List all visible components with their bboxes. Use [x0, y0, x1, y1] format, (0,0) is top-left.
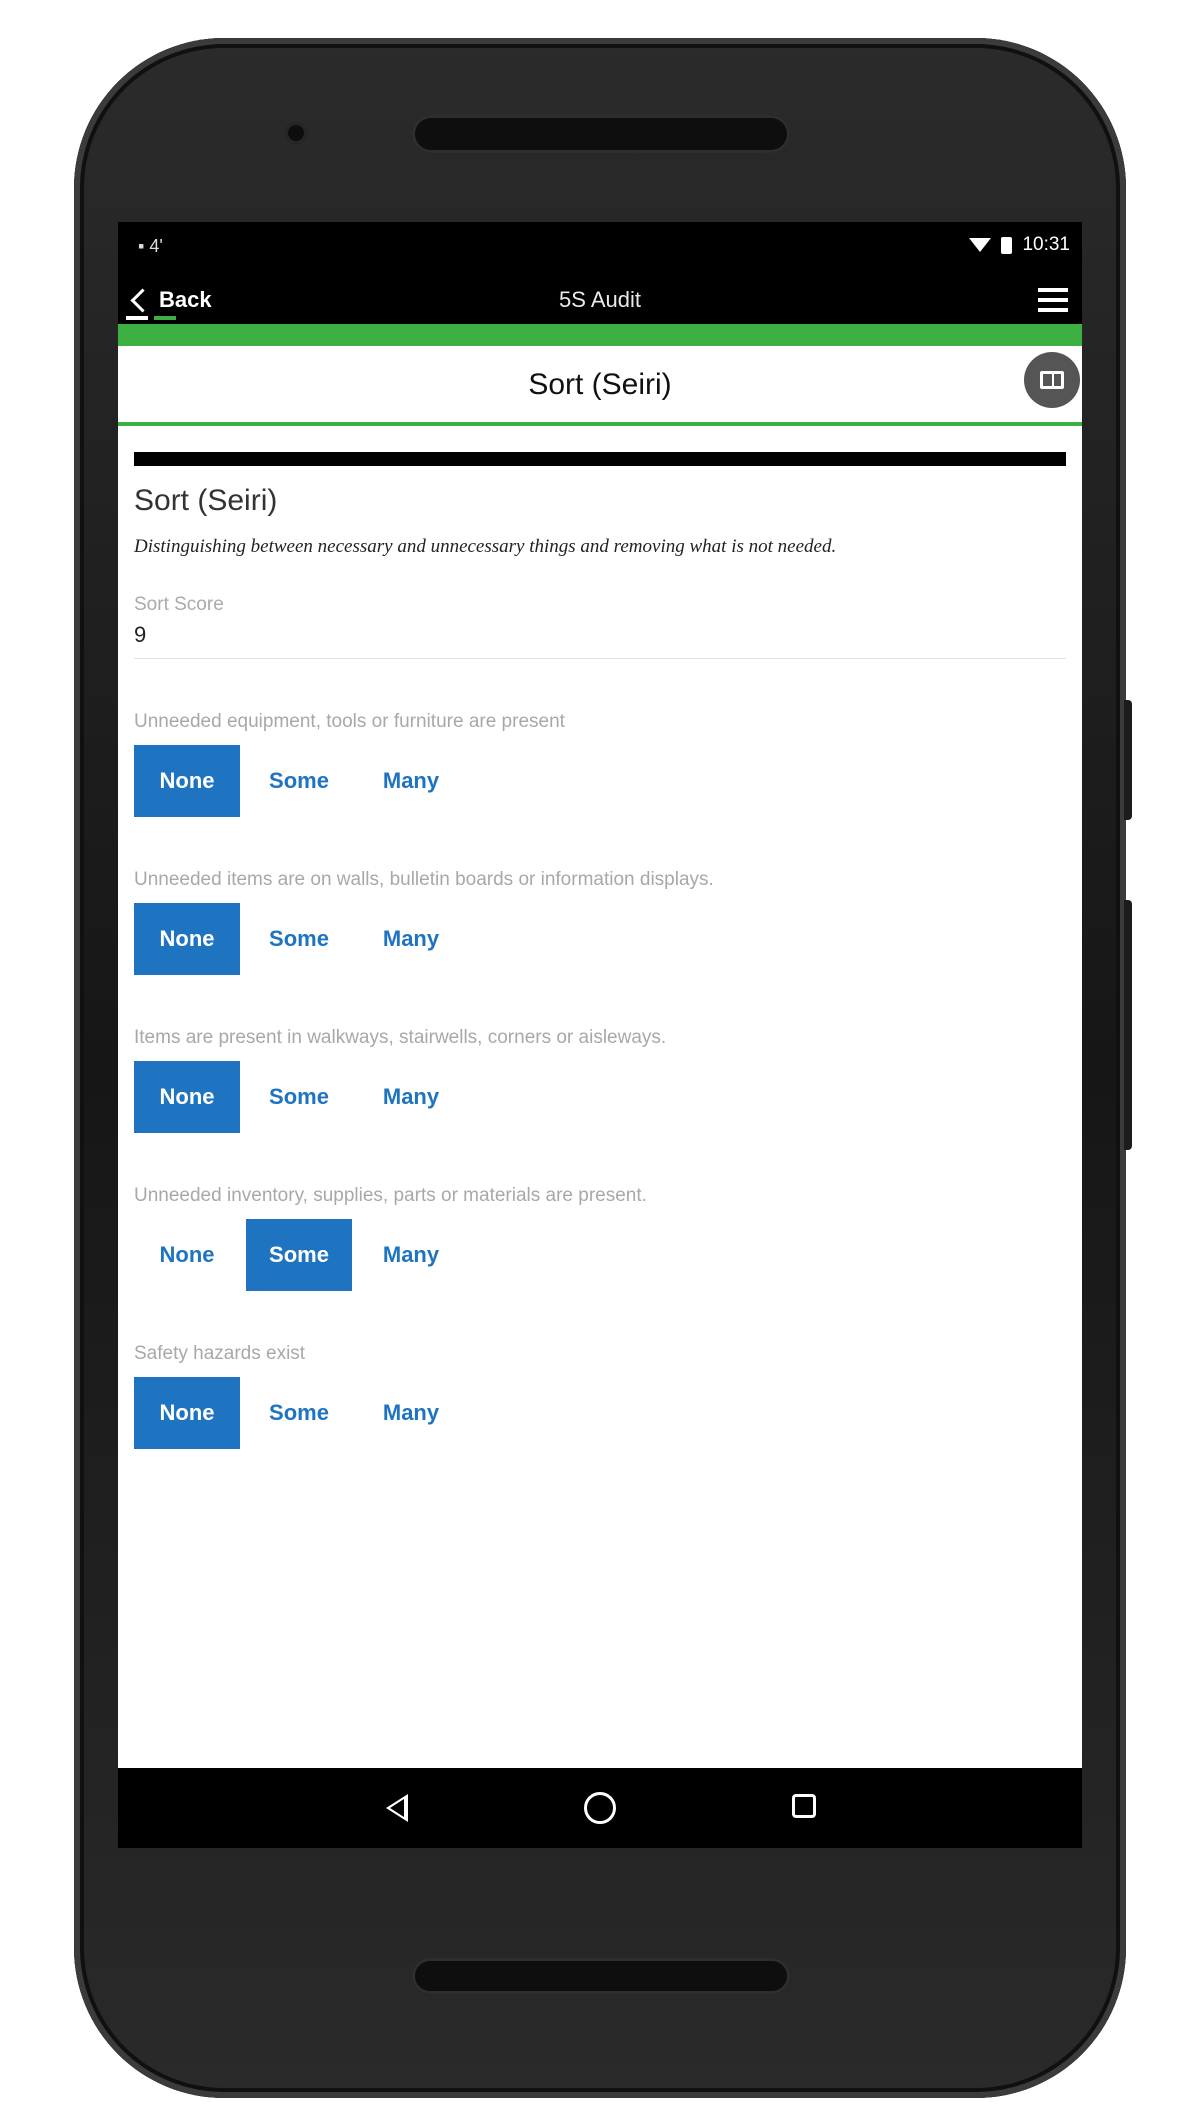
option-none-button[interactable]: None — [134, 903, 240, 975]
section-divider — [134, 452, 1066, 466]
question-label: Unneeded inventory, supplies, parts or m… — [134, 1185, 647, 1206]
option-some-button[interactable]: Some — [246, 1061, 352, 1133]
option-many-button[interactable]: Many — [358, 1377, 464, 1449]
answer-options: None Some Many — [134, 1061, 1066, 1133]
option-some-button[interactable]: Some — [246, 745, 352, 817]
section-header: Sort (Seiri) — [118, 346, 1082, 426]
option-none-button[interactable]: None — [134, 1377, 240, 1449]
app-bar: Back 5S Audit — [118, 272, 1082, 324]
back-indicator — [126, 316, 176, 320]
score-label: Sort Score — [134, 594, 224, 615]
question-label: Safety hazards exist — [134, 1343, 306, 1364]
status-left-icons: ▪ 4' — [138, 236, 163, 256]
question-item: Safety hazards exist None Some Many — [134, 1343, 1066, 1449]
phone-screen: ▪ 4' 10:31 Back 5S Audit Sort (Seiri) So… — [118, 222, 1082, 1848]
option-some-button[interactable]: Some — [246, 1219, 352, 1291]
status-time: 10:31 — [1022, 234, 1070, 255]
status-right-icons: 10:31 — [969, 234, 1070, 256]
answer-options: None Some Many — [134, 745, 1066, 817]
square-recent-icon[interactable] — [792, 1794, 816, 1818]
question-item: Unneeded inventory, supplies, parts or m… — [134, 1185, 1066, 1291]
triangle-back-icon[interactable] — [386, 1794, 408, 1822]
question-list: Unneeded equipment, tools or furniture a… — [134, 711, 1066, 1449]
score-field[interactable]: 9 — [134, 622, 1066, 659]
status-bar: ▪ 4' 10:31 — [118, 222, 1082, 272]
circle-home-icon[interactable] — [584, 1792, 616, 1824]
option-some-button[interactable]: Some — [246, 1377, 352, 1449]
option-none-button[interactable]: None — [134, 1219, 240, 1291]
audit-form: Sort (Seiri) Distinguishing between nece… — [134, 452, 1066, 1501]
answer-options: None Some Many — [134, 903, 1066, 975]
option-none-button[interactable]: None — [134, 1061, 240, 1133]
option-many-button[interactable]: Many — [358, 903, 464, 975]
volume-button — [1124, 900, 1132, 1150]
question-label: Unneeded items are on walls, bulletin bo… — [134, 869, 714, 890]
power-button — [1124, 700, 1132, 820]
section-description: Distinguishing between necessary and unn… — [134, 536, 837, 557]
book-icon — [1040, 371, 1064, 389]
question-item: Items are present in walkways, stairwell… — [134, 1027, 1066, 1133]
question-item: Unneeded items are on walls, bulletin bo… — [134, 869, 1066, 975]
earpiece-speaker — [412, 115, 790, 153]
question-item: Unneeded equipment, tools or furniture a… — [134, 711, 1066, 817]
wifi-icon — [969, 238, 992, 252]
question-label: Unneeded equipment, tools or furniture a… — [134, 711, 565, 732]
green-progress-bar — [118, 324, 1082, 346]
battery-icon — [1001, 236, 1013, 254]
option-none-button[interactable]: None — [134, 745, 240, 817]
reference-button[interactable] — [1024, 352, 1080, 408]
option-many-button[interactable]: Many — [358, 1061, 464, 1133]
answer-options: None Some Many — [134, 1219, 1066, 1291]
page-title: Sort (Seiri) — [134, 484, 278, 517]
option-many-button[interactable]: Many — [358, 1219, 464, 1291]
answer-options: None Some Many — [134, 1377, 1066, 1449]
android-nav-bar — [118, 1768, 1082, 1848]
question-label: Items are present in walkways, stairwell… — [134, 1027, 667, 1048]
option-some-button[interactable]: Some — [246, 903, 352, 975]
bottom-speaker — [412, 1958, 790, 1994]
section-header-title: Sort (Seiri) — [528, 368, 672, 401]
hamburger-menu-icon[interactable] — [1038, 288, 1068, 312]
option-many-button[interactable]: Many — [358, 745, 464, 817]
front-camera — [285, 122, 307, 144]
app-title: 5S Audit — [559, 287, 641, 312]
